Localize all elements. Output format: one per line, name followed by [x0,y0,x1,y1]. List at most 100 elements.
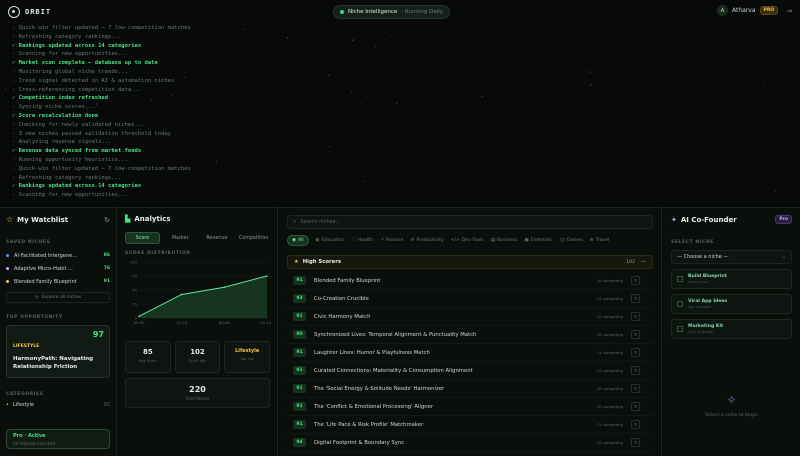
saved-niche-item[interactable]: Adaptive Micro-Habit ... 76 [6,262,110,275]
tool-title: Viral App Ideas [688,299,728,304]
niche-row[interactable]: 91 The 'Conflict & Emotional Processing' … [287,398,653,416]
bookmark-icon[interactable]: ⌑ [631,384,640,393]
log-line: ✓ Revenue data synced from market feeds [12,147,572,156]
analytics-panel: ▙ Analytics Score Market Revenue Competi… [118,207,278,456]
log-text: Analyzing revenue signals... [18,139,112,146]
filter-chip-games[interactable]: ◫ Games [560,235,582,246]
filter-chip-devtools[interactable]: </> Dev Tools [451,235,484,246]
filter-chip-productivity[interactable]: ⚙ Productivity [410,235,443,246]
log-prefix-icon: › [12,192,19,199]
niche-competition: 16 competing [596,278,623,283]
category-row[interactable]: • Lifestyle 92 [6,402,110,408]
select-niche-label: SELECT NICHE [671,240,714,245]
category-name: Lifestyle [12,402,34,408]
high-scorers-group[interactable]: ★ High Scorers 102 — [287,255,653,269]
tab-score[interactable]: Score [125,232,160,244]
niche-row[interactable]: 94 Digital Footprint & Boundary Sync 18 co… [287,434,653,452]
top-opportunity-title: HarmonyPath: Navigating Relationship Fri… [13,356,94,370]
chip-label: Games [566,238,583,243]
bookmark-icon[interactable]: ⌑ [631,330,640,339]
star-dot [773,190,776,192]
tool-build-blueprint[interactable]: Build Blueprint Launch plan [671,269,792,289]
niche-row[interactable]: 91 The 'Social Energy & Solitude Needs' H… [287,380,653,398]
watchlist-title: My Watchlist [17,215,69,224]
log-line: ✓ Rankings updated across 14 categories [12,42,572,51]
bookmark-icon[interactable]: ⌑ [631,420,640,429]
log-line: ✓ Score recalculation done [12,112,572,121]
watchlist-header: ☆ My Watchlist ↻ [6,215,110,224]
refresh-icon[interactable]: ↻ [104,216,110,224]
chip-icon: ◉ [292,238,297,243]
tab-competition[interactable]: Competition [237,232,270,244]
bookmark-icon[interactable]: ⌑ [631,402,640,411]
avatar[interactable]: A [717,5,728,16]
log-prefix-icon: › [12,25,19,31]
filter-chip-travel[interactable]: ⊕ Travel [590,235,610,246]
user-menu[interactable]: A Atharva PRO ⇥ [717,5,792,16]
niche-list: 91 Blended Family Blueprint 16 competing ⌑ ›… [287,272,653,452]
niche-name: Curated Connections: Materiality & Consu… [314,367,473,374]
log-text: Quick-win filter updated — 7 low-competi… [18,165,191,172]
niche-row[interactable]: 91 Blended Family Blueprint 16 competing ⌑ › [287,272,653,290]
bookmark-icon[interactable]: ⌑ [631,366,640,375]
filter-chip-finance[interactable]: ↗ Finance [380,235,403,246]
tab-market[interactable]: Market [164,232,197,244]
saved-niche-name: AI-Facilitated Intergene... [14,252,77,259]
niche-select[interactable]: — Choose a niche — ⌄ [671,250,792,264]
filter-chip-entertain[interactable]: ▣ Entertain. [524,235,553,246]
niche-competition: 13 competing [596,368,623,373]
explore-all-button[interactable]: ◎ Explore all niches [6,292,110,303]
y-tick-label: 25 [132,302,137,307]
stat-label: Total Niches [185,396,210,401]
saved-niche-item[interactable]: AI-Facilitated Intergene... 86 [6,249,110,262]
niche-row[interactable]: 91 Laughter Lines: Humor & Playfulness Ma… [287,344,653,362]
log-prefix-icon: ✓ [12,112,19,119]
logout-icon[interactable]: ⇥ [786,7,792,15]
log-line: › Monitoring global niche trends... [12,68,572,77]
top-opportunity-score: 97 [92,330,104,339]
niche-name: The 'Life Pace & Risk Profile' Matchmake… [314,421,424,428]
niche-row[interactable]: 91 The 'Life Pace & Risk Profile' Matchma… [287,416,653,434]
star-dot [590,84,592,86]
niche-row[interactable]: 90 Synchronized Lives: Temporal Alignment… [287,326,653,344]
filter-chip-health[interactable]: ♡ Health [352,235,373,246]
niche-row[interactable]: 91 Civic Harmony Match 12 competing ⌑ › [287,308,653,326]
tool-marketing-kit[interactable]: Marketing Kit Copy & growth [671,319,792,339]
category-bullet-icon: • [6,402,9,408]
log-text: Monitoring global niche trends... [18,68,128,75]
tool-viral-app-ideas[interactable]: Viral App Ideas App concepts [671,294,792,314]
bookmark-icon[interactable]: ⌑ [631,348,640,357]
saved-niche-item[interactable]: Blended Family Blueprint 91 [6,275,110,288]
search-input[interactable] [300,219,501,225]
chip-label: Finance [385,238,404,243]
search-bar[interactable]: ⌕ [287,215,653,229]
niche-competition: 21 competing [596,422,623,427]
tool-icon [677,276,683,282]
niche-row[interactable]: 93 Co-Creation Crucible 14 competing ⌑ › [287,290,653,308]
tab-revenue[interactable]: Revenue [201,232,234,244]
niche-row[interactable]: 91 Curated Connections: Materiality & Con… [287,362,653,380]
brand[interactable]: ORBIT [8,6,51,18]
ai-cofounder-panel: ✦ AI Co-Founder Pro SELECT NICHE — Choos… [663,207,800,456]
categories-label: CATEGORIES [6,392,44,397]
niche-score-badge: 91 [293,402,306,411]
star-dot [664,54,665,55]
bookmark-icon[interactable]: ⌑ [631,438,640,447]
log-prefix-icon: › [12,77,19,84]
top-opportunity-category: LIFESTYLE [13,344,40,349]
star-dot [597,138,599,140]
log-text: Trend signal detected in AI & automation… [18,77,175,84]
ai-cofounder-title: AI Co-Founder [680,215,737,224]
filter-chip-education[interactable]: ◐ Education [316,235,345,246]
bookmark-icon[interactable]: ⌑ [631,276,640,285]
top-opportunity-card[interactable]: LIFESTYLE 97 HarmonyPath: Navigating Rel… [6,325,110,378]
filter-chip-all[interactable]: ◉ All [287,235,309,246]
star-icon: ★ [294,259,299,265]
bookmark-icon[interactable]: ⌑ [631,312,640,321]
log-line: ✓ Rankings updated across 14 categories [12,182,572,191]
stats-row: 85 Avg Score 102 Quick Win Lifestyle Top… [125,341,271,373]
filter-chip-business[interactable]: ▤ Business [491,235,518,246]
bookmark-icon[interactable]: ⌑ [631,294,640,303]
collapse-icon[interactable]: — [641,259,646,265]
tool-sub: Launch plan [688,280,709,284]
